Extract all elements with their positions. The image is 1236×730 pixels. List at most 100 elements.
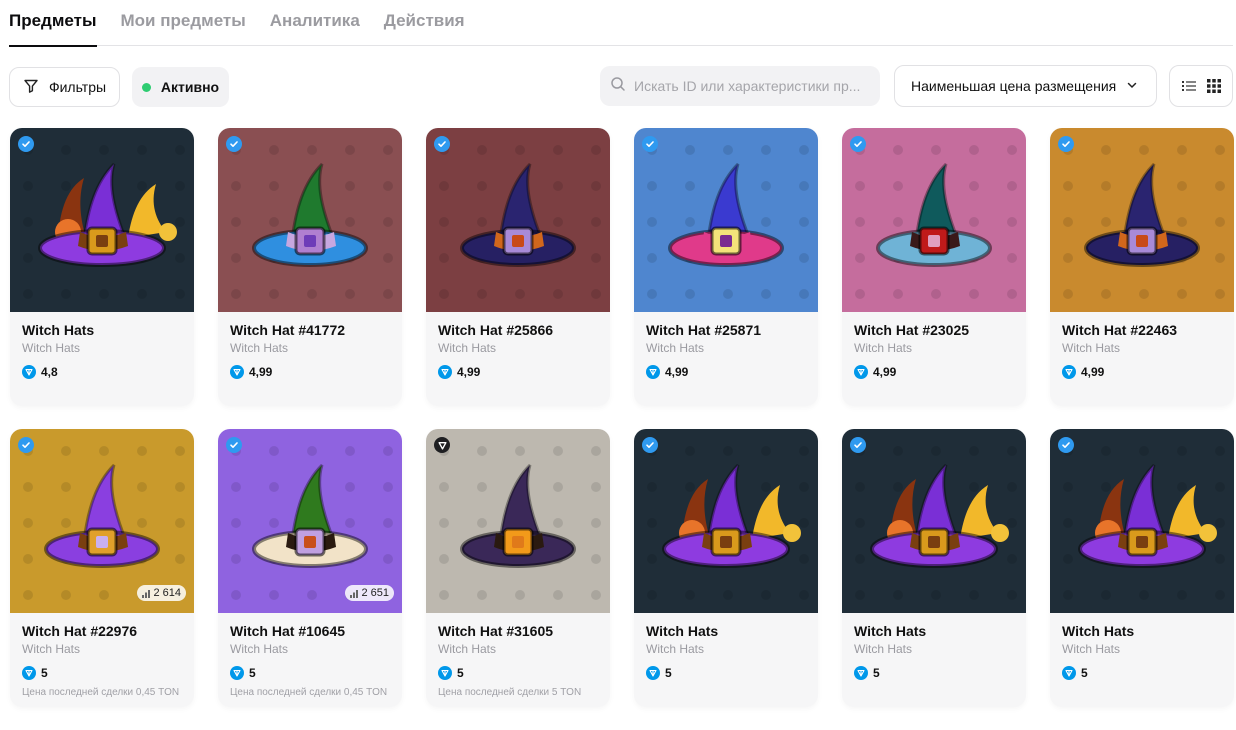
verified-badge-icon [18, 136, 34, 152]
verified-badge-icon [226, 437, 242, 453]
item-image [634, 429, 818, 613]
item-card[interactable]: 2 651 Witch Hat #10645 Witch Hats 5 Цена… [218, 429, 402, 707]
search-input[interactable] [634, 78, 874, 94]
filter-icon [23, 78, 39, 97]
item-title: Witch Hat #22976 [22, 623, 138, 639]
item-collection: Witch Hats [646, 341, 705, 355]
item-card[interactable]: Witch Hat #25871 Witch Hats 4,99 [634, 128, 818, 406]
grid-view-icon[interactable] [1206, 78, 1222, 94]
chevron-down-icon [1126, 78, 1138, 94]
item-price-value: 5 [457, 666, 464, 680]
item-collection: Witch Hats [22, 642, 81, 656]
supply-count-badge: 2 614 [137, 585, 186, 601]
item-price: 5 [646, 666, 806, 680]
item-collection: Witch Hats [854, 341, 913, 355]
item-price: 4,99 [230, 365, 390, 379]
item-image [426, 128, 610, 312]
item-price-value: 5 [665, 666, 672, 680]
item-card[interactable]: 2 614 Witch Hat #22976 Witch Hats 5 Цена… [10, 429, 194, 707]
tab-analytics[interactable]: Аналитика [270, 0, 360, 46]
tab-items[interactable]: Предметы [9, 0, 97, 47]
verified-badge-icon [18, 437, 34, 453]
item-price: 4,99 [646, 365, 806, 379]
item-title: Witch Hat #22463 [1062, 322, 1178, 338]
item-card[interactable]: Witch Hat #41772 Witch Hats 4,99 [218, 128, 402, 406]
item-image [1050, 429, 1234, 613]
supply-count-badge: 2 651 [345, 585, 394, 601]
item-title: Witch Hats [1062, 623, 1135, 639]
item-price: 5 [1062, 666, 1222, 680]
item-price: 5 [854, 666, 1014, 680]
witch-hat-illustration [426, 429, 610, 613]
ton-icon [230, 666, 244, 680]
item-card[interactable]: Witch Hat #23025 Witch Hats 4,99 [842, 128, 1026, 406]
item-price-value: 4,99 [873, 365, 897, 379]
item-card[interactable]: Witch Hats Witch Hats 5 [634, 429, 818, 707]
item-card[interactable]: Witch Hat #31605 Witch Hats 5 Цена после… [426, 429, 610, 707]
ton-icon [438, 666, 452, 680]
tab-actions[interactable]: Действия [384, 0, 465, 46]
witch-hat-illustration [426, 128, 610, 312]
verified-badge-icon [642, 136, 658, 152]
item-image [842, 429, 1026, 613]
item-card[interactable]: Witch Hat #25866 Witch Hats 4,99 [426, 128, 610, 406]
item-collection: Witch Hats [854, 642, 913, 656]
search-box [600, 66, 880, 106]
item-title: Witch Hat #31605 [438, 623, 554, 639]
filters-button[interactable]: Фильтры [9, 67, 120, 107]
item-title: Witch Hats [646, 623, 719, 639]
item-image: 2 651 [218, 429, 402, 613]
item-price: 5 [230, 666, 390, 680]
ton-icon [854, 666, 868, 680]
item-image: 2 614 [10, 429, 194, 613]
item-price: 4,8 [22, 365, 182, 379]
item-price-value: 4,99 [665, 365, 689, 379]
item-title: Witch Hat #25871 [646, 322, 762, 338]
list-view-icon[interactable] [1181, 78, 1197, 94]
item-price: 5 [22, 666, 182, 680]
witch-hat-illustration [842, 128, 1026, 312]
ton-icon [1062, 666, 1076, 680]
ton-icon [854, 365, 868, 379]
tab-my-items[interactable]: Мои предметы [121, 0, 246, 46]
item-price: 4,99 [854, 365, 1014, 379]
search-icon [610, 76, 626, 97]
ton-icon [438, 365, 452, 379]
item-collection: Witch Hats [438, 642, 497, 656]
status-active-chip[interactable]: Активно [132, 67, 229, 107]
item-price-value: 4,99 [457, 365, 481, 379]
ton-icon [646, 365, 660, 379]
ton-icon [646, 666, 660, 680]
item-title: Witch Hat #10645 [230, 623, 346, 639]
verified-badge-icon [1058, 437, 1074, 453]
signal-bars-icon [142, 589, 151, 598]
toolbar: Фильтры Активно Наименьшая цена размещен… [9, 65, 1233, 107]
witch-hat-illustration [842, 429, 1026, 613]
item-card[interactable]: Witch Hats Witch Hats 5 [1050, 429, 1234, 707]
ton-icon [1062, 365, 1076, 379]
item-price-value: 4,99 [249, 365, 273, 379]
view-toggle [1169, 65, 1233, 107]
supply-count: 2 614 [153, 587, 181, 599]
item-price-value: 5 [1081, 666, 1088, 680]
item-collection: Witch Hats [230, 341, 289, 355]
item-price-value: 5 [873, 666, 880, 680]
item-image [1050, 128, 1234, 312]
item-title: Witch Hat #23025 [854, 322, 970, 338]
ton-icon [230, 365, 244, 379]
item-card[interactable]: Witch Hat #22463 Witch Hats 4,99 [1050, 128, 1234, 406]
last-sale-price: Цена последней сделки 0,45 TON [230, 687, 388, 698]
item-price: 5 [438, 666, 598, 680]
item-card[interactable]: Witch Hats Witch Hats 5 [842, 429, 1026, 707]
item-title: Witch Hat #41772 [230, 322, 346, 338]
item-title: Witch Hat #25866 [438, 322, 554, 338]
item-image [10, 128, 194, 312]
item-price: 4,99 [1062, 365, 1222, 379]
status-label: Активно [160, 79, 220, 95]
sort-label: Наименьшая цена размещения [911, 78, 1117, 94]
item-card[interactable]: Witch Hats Witch Hats 4,8 [10, 128, 194, 406]
sort-dropdown[interactable]: Наименьшая цена размещения [894, 65, 1157, 107]
item-price-value: 5 [249, 666, 256, 680]
verified-badge-icon [434, 136, 450, 152]
item-price-value: 5 [41, 666, 48, 680]
